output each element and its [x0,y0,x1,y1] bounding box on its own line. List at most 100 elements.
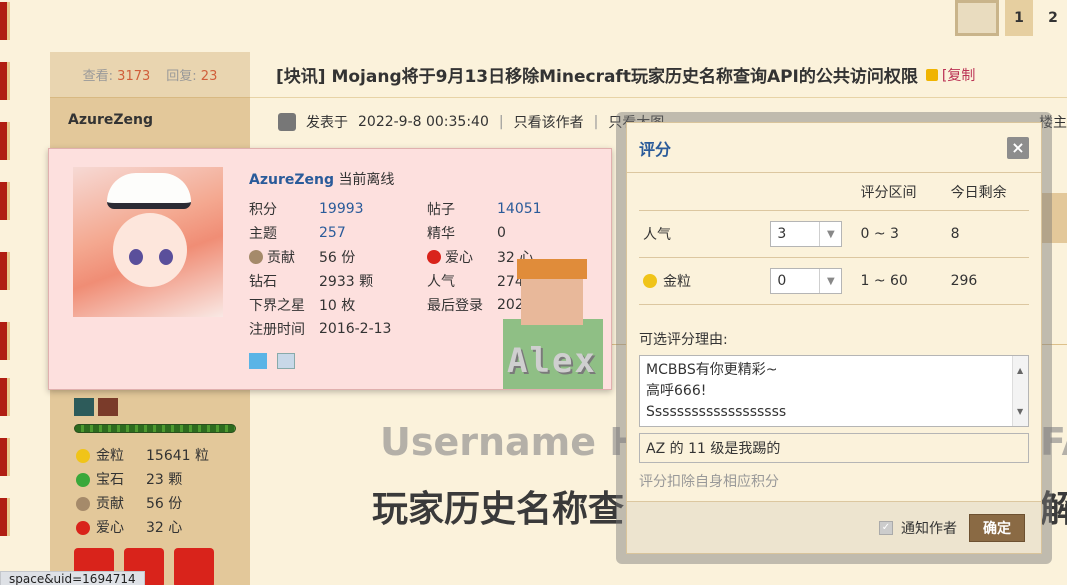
rating-hint: 评分扣除自身相应积分 [639,474,779,490]
sidebar-stats: 金粒 15641 粒 宝石 23 颗 贡献 56 份 爱心 32 心 [76,444,209,540]
stat-label: 人气 [427,274,455,290]
card-username[interactable]: AzureZeng [249,172,334,188]
stat-label: 爱心 [96,520,124,536]
rating-row-popularity: 人气 3 ▼ 0 ~ 3 8 [639,211,1029,258]
stat-value[interactable]: 257 [319,225,427,241]
reason-option[interactable]: Sssssssssssssssssss [646,402,1008,423]
alex-skin-image: Alex [497,259,611,389]
stat-value[interactable]: 19993 [319,201,427,217]
rating-range: 1 ~ 60 [860,273,908,289]
emerald-icon [76,473,90,487]
reason-option[interactable]: MCBBS有你更精彩~ [646,360,1008,381]
pagination: 1 2 [955,0,1067,36]
select-value: 3 [777,226,787,242]
thread-title: [块讯] Mojang将于9月13日移除Minecraft玩家历史名称查询API… [276,67,918,87]
gold-select[interactable]: 0 ▼ [770,268,843,294]
stat-label: 贡献 [249,247,319,267]
author-name[interactable]: AzureZeng [50,98,250,142]
page-1[interactable]: 1 [1005,0,1033,36]
leather-armor-icon [98,398,118,416]
home-icon[interactable] [249,353,267,369]
separator: | [593,114,599,130]
apple-icon [427,250,441,264]
avatar-eye [129,249,143,265]
rating-name: 金粒 [663,274,691,290]
replies-label: 回复: [166,69,197,84]
alex-hair [517,259,587,279]
user-profile-card: AzureZeng 当前离线 积分 19993 帖子 14051 主题 257 精华 0 贡… [48,148,612,390]
stat-row: 宝石 23 颗 [76,468,209,492]
stat-label: 帖子 [427,202,455,218]
cookie-icon [76,497,90,511]
rating-table: 评分区间 今日剩余 人气 3 ▼ 0 ~ 3 8 金粒 0 ▼ 1 ~ 60 296 [639,173,1029,305]
content-heading-en: Username H [380,420,642,464]
profile-card-icon[interactable] [277,353,295,369]
post-icon [278,113,296,131]
rating-remaining: 8 [950,226,960,242]
stat-value: 56 份 [146,496,183,512]
rating-name-cell: 金粒 [639,271,770,291]
thread-title-bar: [块讯] Mojang将于9月13日移除Minecraft玩家历史名称查询API… [250,52,1067,98]
reason-option[interactable]: 高呼666! [646,381,1008,402]
scrollbar[interactable]: ▲ ▼ [1012,356,1028,426]
card-row: 主题 257 精华 0 [249,221,605,245]
stat-value[interactable]: 14051 [497,201,605,217]
level-progress-bar [74,424,236,433]
stat-label: 下界之星 [249,298,305,314]
stat-row: 爱心 32 心 [76,516,209,540]
dialog-footer: ✓ 通知作者 确定 [627,501,1041,553]
stat-row: 贡献 56 份 [76,492,209,516]
notify-checkbox[interactable]: ✓ [879,520,893,535]
reason-input[interactable]: AZ 的 11 级是我踢的 [639,433,1029,463]
page-2[interactable]: 2 [1039,0,1067,36]
close-button[interactable]: × [1007,136,1029,159]
stat-label: 最后登录 [427,298,483,314]
apple-icon [76,521,90,535]
replies-count: 23 [200,69,218,84]
reason-list[interactable]: MCBBS有你更精彩~ 高呼666! Sssssssssssssssssss ▲… [639,355,1029,427]
stat-value: 2016-2-13 [319,321,392,337]
avatar-eye [159,249,173,265]
dialog-title: 评分 [639,139,672,159]
chevron-down-icon[interactable]: ▼ [819,222,841,246]
views-count: 3173 [117,69,151,84]
stat-label: 积分 [249,202,277,218]
stat-value: 15641 粒 [146,448,209,464]
card-title: AzureZeng 当前离线 [249,169,394,189]
rating-header-row: 评分区间 今日剩余 [639,173,1029,211]
notify-label: 通知作者 [901,520,957,537]
content-heading-cn: 玩家历史名称查 [372,489,625,530]
stat-label: 贡献 [96,496,124,512]
stat-value: 56 份 [319,250,356,266]
only-author-link[interactable]: 只看该作者 [514,112,584,132]
popularity-select[interactable]: 3 ▼ [770,221,843,247]
copy-link[interactable]: [复制 [942,65,975,85]
posted-time: 2022-9-8 00:35:40 [358,114,489,130]
android-icon[interactable] [174,548,214,585]
cookie-icon [249,250,263,264]
scroll-down-icon[interactable]: ▼ [1017,401,1023,422]
stat-row: 金粒 15641 粒 [76,444,209,468]
rating-remaining: 296 [950,273,978,289]
avatar[interactable] [73,167,223,317]
user-badges [74,398,118,416]
rating-dialog: 评分 × 评分区间 今日剩余 人气 3 ▼ 0 ~ 3 8 金粒 0 ▼ 1 ~ 6… [626,122,1042,554]
lock-icon [925,68,938,81]
browser-status-bar: space&uid=1694714 [0,571,145,585]
rating-range: 0 ~ 3 [860,226,899,242]
chevron-down-icon[interactable]: ▼ [819,269,841,293]
stat-label: 精华 [427,226,455,242]
confirm-button[interactable]: 确定 [969,513,1025,542]
avatar-hat [107,173,191,209]
scroll-up-icon[interactable]: ▲ [1017,360,1023,381]
gold-select-cell: 0 ▼ [770,268,860,294]
back-icon[interactable] [955,0,999,36]
stat-label: 爱心 [427,247,497,267]
reason-label: 可选评分理由: [639,332,728,348]
stat-label: 主题 [249,226,277,242]
select-value: 0 [777,273,787,289]
posted-label: 发表于 [306,115,348,131]
gold-nugget-icon [76,449,90,463]
popularity-select-cell: 3 ▼ [770,221,860,247]
diamond-armor-icon [74,398,94,416]
